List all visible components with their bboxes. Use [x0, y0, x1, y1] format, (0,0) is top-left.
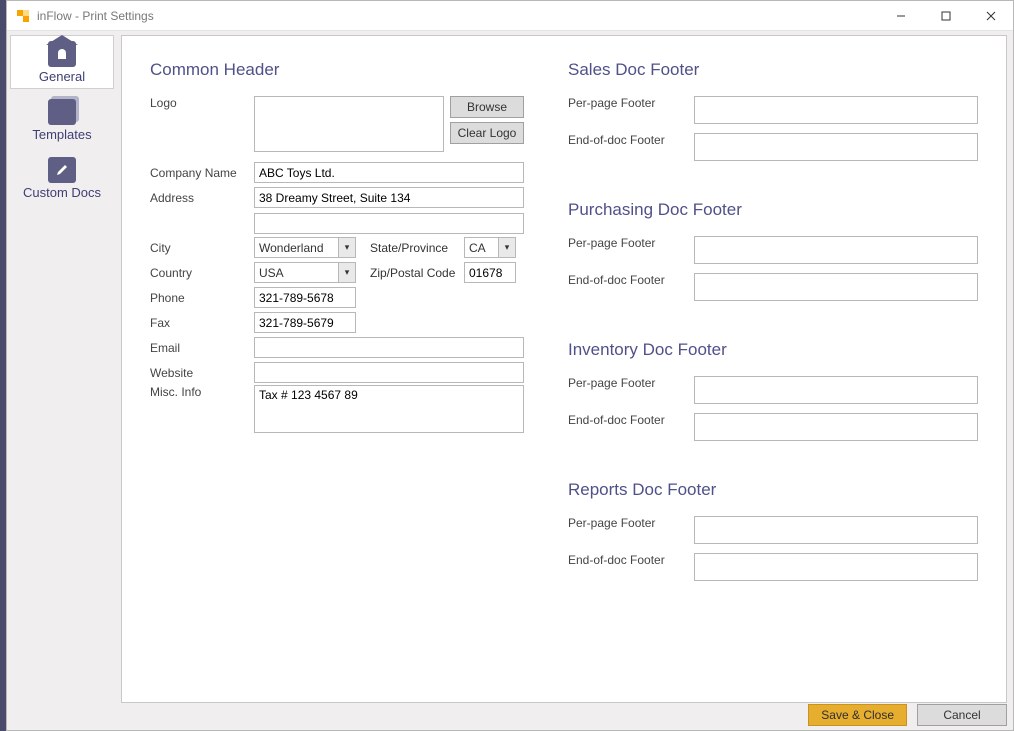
label-address: Address	[150, 191, 254, 205]
chevron-down-icon: ▾	[498, 238, 515, 257]
label-purch-enddoc: End-of-doc Footer	[568, 273, 694, 287]
purchasing-perpage-input[interactable]	[694, 236, 978, 264]
close-button[interactable]	[968, 1, 1013, 31]
chevron-down-icon: ▾	[338, 238, 355, 257]
sales-perpage-input[interactable]	[694, 96, 978, 124]
label-fax: Fax	[150, 316, 254, 330]
label-inv-enddoc: End-of-doc Footer	[568, 413, 694, 427]
misc-info-input[interactable]	[254, 385, 524, 433]
label-company: Company Name	[150, 166, 254, 180]
label-rep-perpage: Per-page Footer	[568, 516, 694, 530]
sidebar-item-label: General	[39, 69, 85, 84]
company-name-input[interactable]	[254, 162, 524, 183]
inventory-enddoc-input[interactable]	[694, 413, 978, 441]
label-country: Country	[150, 266, 254, 280]
reports-enddoc-input[interactable]	[694, 553, 978, 581]
inventory-footer-title: Inventory Doc Footer	[568, 340, 978, 360]
address-line2-input[interactable]	[254, 213, 524, 234]
cancel-button[interactable]: Cancel	[917, 704, 1007, 726]
city-combo[interactable]: Wonderland ▾	[254, 237, 356, 258]
settings-panel: Common Header Logo Browse Clear Logo Com…	[121, 35, 1007, 703]
save-close-button[interactable]: Save & Close	[808, 704, 907, 726]
inventory-perpage-input[interactable]	[694, 376, 978, 404]
purchasing-footer-title: Purchasing Doc Footer	[568, 200, 978, 220]
label-inv-perpage: Per-page Footer	[568, 376, 694, 390]
label-state: State/Province	[370, 241, 464, 255]
titlebar: inFlow - Print Settings	[7, 1, 1013, 31]
label-purch-perpage: Per-page Footer	[568, 236, 694, 250]
sales-footer-title: Sales Doc Footer	[568, 60, 978, 80]
country-value: USA	[259, 266, 284, 280]
common-header-title: Common Header	[150, 60, 524, 80]
window-title: inFlow - Print Settings	[37, 9, 878, 23]
sidebar-item-general[interactable]: General	[10, 35, 114, 89]
email-input[interactable]	[254, 337, 524, 358]
city-value: Wonderland	[259, 241, 324, 255]
sidebar-item-templates[interactable]: Templates	[10, 93, 114, 147]
home-icon	[48, 41, 76, 67]
reports-perpage-input[interactable]	[694, 516, 978, 544]
maximize-button[interactable]	[923, 1, 968, 31]
client-area: General Templates Custom Docs Common Hea…	[7, 31, 1013, 730]
label-sales-enddoc: End-of-doc Footer	[568, 133, 694, 147]
right-column: Sales Doc Footer Per-page Footer End-of-…	[568, 60, 978, 678]
sales-enddoc-input[interactable]	[694, 133, 978, 161]
pencil-icon	[48, 157, 76, 183]
zip-input[interactable]	[464, 262, 516, 283]
label-logo: Logo	[150, 96, 254, 110]
logo-preview	[254, 96, 444, 152]
sidebar: General Templates Custom Docs	[7, 31, 117, 730]
label-website: Website	[150, 366, 254, 380]
purchasing-enddoc-input[interactable]	[694, 273, 978, 301]
sidebar-item-custom-docs[interactable]: Custom Docs	[10, 151, 114, 205]
label-zip: Zip/Postal Code	[370, 266, 464, 280]
window-controls	[878, 1, 1013, 30]
sidebar-item-label: Templates	[32, 127, 91, 142]
state-value: CA	[469, 241, 486, 255]
website-input[interactable]	[254, 362, 524, 383]
label-phone: Phone	[150, 291, 254, 305]
label-city: City	[150, 241, 254, 255]
sidebar-item-label: Custom Docs	[23, 185, 101, 200]
left-column: Common Header Logo Browse Clear Logo Com…	[150, 60, 524, 678]
chevron-down-icon: ▾	[338, 263, 355, 282]
label-email: Email	[150, 341, 254, 355]
templates-icon	[48, 99, 76, 125]
clear-logo-button[interactable]: Clear Logo	[450, 122, 524, 144]
country-combo[interactable]: USA ▾	[254, 262, 356, 283]
app-icon	[15, 8, 31, 24]
label-sales-perpage: Per-page Footer	[568, 96, 694, 110]
phone-input[interactable]	[254, 287, 356, 308]
content-area: Common Header Logo Browse Clear Logo Com…	[117, 31, 1013, 730]
fax-input[interactable]	[254, 312, 356, 333]
label-rep-enddoc: End-of-doc Footer	[568, 553, 694, 567]
browse-button[interactable]: Browse	[450, 96, 524, 118]
address-line1-input[interactable]	[254, 187, 524, 208]
label-misc: Misc. Info	[150, 385, 254, 399]
window: inFlow - Print Settings General Template…	[6, 0, 1014, 731]
state-combo[interactable]: CA ▾	[464, 237, 516, 258]
minimize-button[interactable]	[878, 1, 923, 31]
reports-footer-title: Reports Doc Footer	[568, 480, 978, 500]
bottom-bar: Save & Close Cancel	[808, 704, 1007, 726]
